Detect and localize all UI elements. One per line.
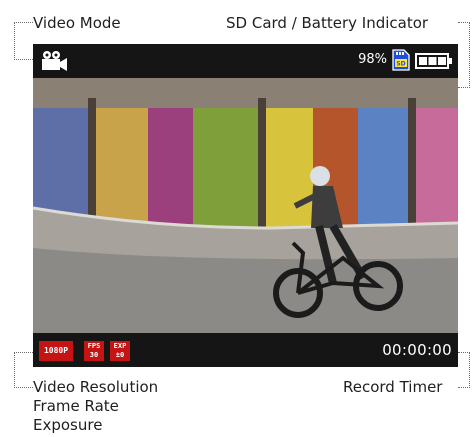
exp-value: ±0 <box>115 351 125 359</box>
fps-value: 30 <box>89 351 99 359</box>
live-preview-image <box>33 78 458 333</box>
exp-label: EXP <box>113 342 127 350</box>
exposure-badge: EXP ±0 <box>110 341 130 361</box>
record-timer-leader <box>458 352 470 388</box>
fps-label: FPS <box>87 342 101 350</box>
video-camera-icon <box>42 51 67 71</box>
video-mode-leader <box>14 22 33 60</box>
battery-icon <box>415 53 452 69</box>
sd-battery-callout: SD Card / Battery Indicator <box>226 14 429 32</box>
sd-battery-leader <box>458 22 470 88</box>
frame-rate-callout: Frame Rate <box>33 397 119 415</box>
sd-card-icon: SD <box>392 49 410 71</box>
video-mode-callout: Video Mode <box>33 14 121 32</box>
battery-percent: 98% <box>358 52 387 67</box>
frame-rate-badge: FPS 30 <box>84 341 104 361</box>
video-resolution-badge: 1080P <box>39 341 73 361</box>
resolution-leader <box>14 352 33 388</box>
bottom-status-bar: 1080P FPS 30 EXP ±0 00:00:00 <box>33 333 458 367</box>
sd-label: SD <box>396 61 405 68</box>
camera-screen: 98% SD 1080P FPS 30 EXP ±0 00:00:00 <box>33 44 458 367</box>
record-timer-callout: Record Timer <box>343 378 443 396</box>
top-status-bar: 98% SD <box>33 44 458 78</box>
video-resolution-callout: Video Resolution <box>33 378 159 396</box>
exposure-callout: Exposure <box>33 416 103 434</box>
record-timer: 00:00:00 <box>382 341 452 359</box>
